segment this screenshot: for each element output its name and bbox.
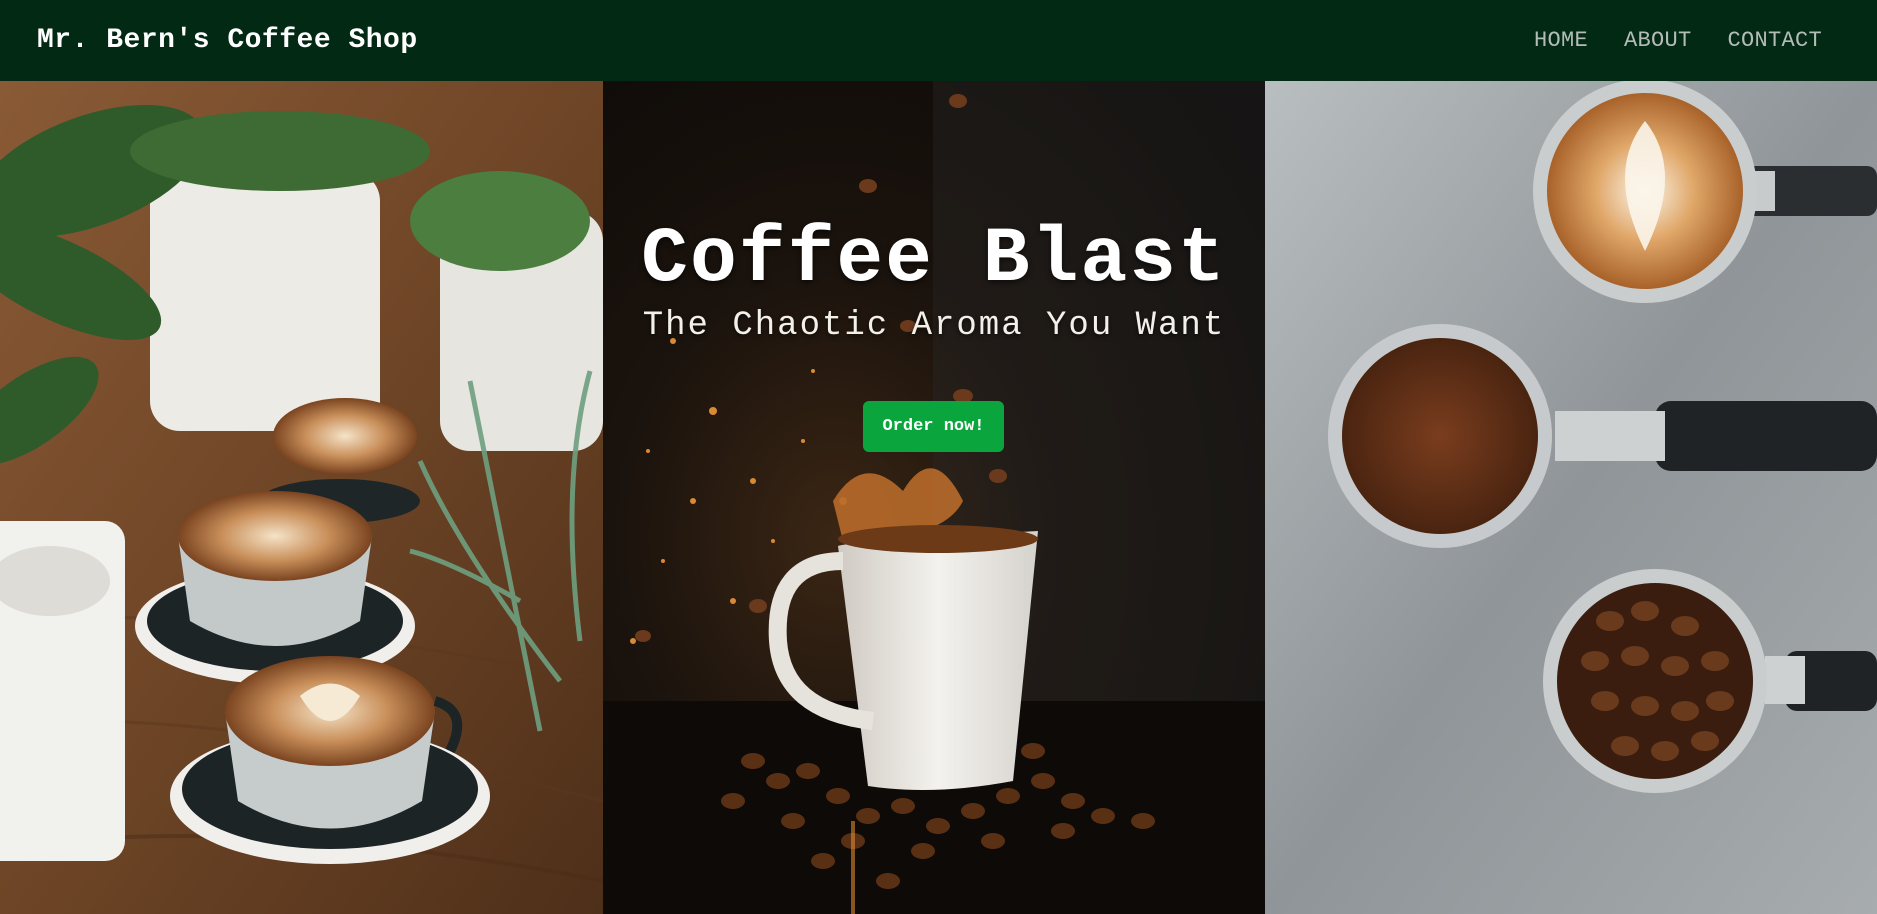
navbar: Mr. Bern's Coffee Shop HOME ABOUT CONTAC…	[0, 0, 1877, 81]
nav-about-link[interactable]: ABOUT	[1624, 28, 1692, 53]
hero-section	[0, 81, 1877, 914]
brand-logo-text[interactable]: Mr. Bern's Coffee Shop	[37, 25, 418, 56]
espresso-portafilters-photo	[1265, 81, 1877, 914]
coffee-mug-splash-photo	[603, 81, 1265, 914]
latte-cups-with-plants-photo	[0, 81, 603, 914]
order-now-button[interactable]: Order now!	[863, 401, 1004, 452]
nav-contact-link[interactable]: CONTACT	[1727, 28, 1822, 53]
nav-links: HOME ABOUT CONTACT	[1534, 28, 1840, 53]
nav-home-link[interactable]: HOME	[1534, 28, 1588, 53]
